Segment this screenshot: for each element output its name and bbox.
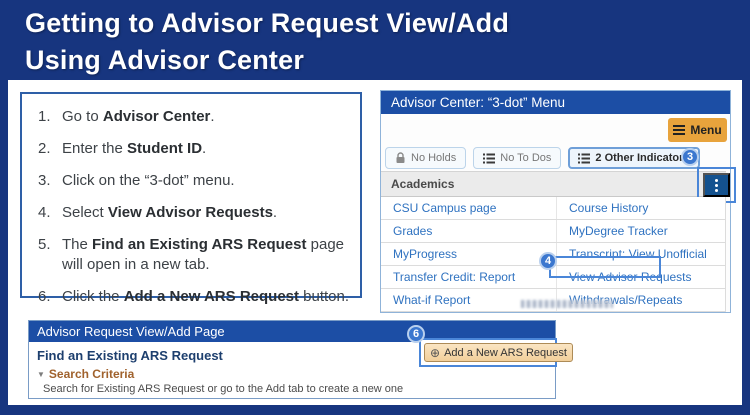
request-page-panel: Advisor Request View/Add Page Find an Ex… [28, 320, 556, 399]
instructions-panel: 1. Go to Advisor Center. 2. Enter the St… [20, 92, 362, 298]
triangle-down-icon: ▼ [37, 370, 45, 379]
callout-badge-3: 3 [681, 148, 699, 166]
list-icon [483, 153, 495, 164]
menu-button[interactable]: Menu [668, 118, 727, 142]
instruction-step: 1. Go to Advisor Center. [38, 107, 352, 127]
find-existing-ars-title: Find an Existing ARS Request [37, 348, 223, 363]
slide-title-line2: Using Advisor Center [25, 42, 509, 79]
menu-link[interactable]: Grades [393, 224, 432, 238]
academics-section-label: Academics [391, 177, 454, 191]
step-text: Enter the Student ID. [62, 139, 206, 159]
instruction-list: 1. Go to Advisor Center. 2. Enter the St… [22, 94, 360, 307]
content-area: 1. Go to Advisor Center. 2. Enter the St… [8, 80, 742, 405]
redacted-id-blur [521, 300, 613, 308]
menu-link[interactable]: What-if Report [393, 293, 470, 307]
menu-row: CSU Campus page Course History [381, 197, 725, 220]
step-text: Click the Add a New ARS Request button. [62, 287, 349, 307]
menu-link[interactable]: MyProgress [393, 247, 457, 261]
step-number: 3. [38, 171, 62, 191]
menu-link[interactable]: Course History [569, 201, 648, 215]
advisor-center-body: Menu No Holds No To Dos 2 Other Indicato… [381, 114, 730, 312]
search-hint-text: Search for Existing ARS Request or go to… [43, 383, 403, 395]
step-text: Go to Advisor Center. [62, 107, 215, 127]
advisor-center-panel-title: Advisor Center: “3-dot” Menu [381, 91, 730, 114]
menu-link[interactable]: CSU Campus page [393, 201, 496, 215]
step-number: 6. [38, 287, 62, 307]
advisor-center-panel: Advisor Center: “3-dot” Menu Menu No Hol… [380, 90, 731, 313]
three-dot-menu-button[interactable] [703, 173, 730, 197]
step-number: 1. [38, 107, 62, 127]
slide: Getting to Advisor Request View/Add Usin… [0, 0, 750, 415]
menu-link[interactable]: MyDegree Tracker [569, 224, 668, 238]
instruction-step: 2. Enter the Student ID. [38, 139, 352, 159]
academics-section-header: Academics [381, 171, 726, 197]
callout-badge-6: 6 [407, 325, 425, 343]
indicator-button-row: No Holds No To Dos 2 Other Indicators [385, 147, 700, 169]
callout-badge-4: 4 [539, 252, 557, 270]
hamburger-icon [673, 125, 685, 135]
indicator-button[interactable]: No Holds [385, 147, 466, 169]
slide-title-line1: Getting to Advisor Request View/Add [25, 5, 509, 42]
instruction-step: 4. Select View Advisor Requests. [38, 203, 352, 223]
search-criteria-label: Search Criteria [49, 367, 134, 381]
lock-icon [395, 152, 406, 164]
kebab-icon [715, 179, 718, 182]
slide-title: Getting to Advisor Request View/Add Usin… [25, 5, 509, 79]
indicator-button[interactable]: 2 Other Indicators [568, 147, 699, 169]
step-number: 4. [38, 203, 62, 223]
step-text: Click on the “3-dot” menu. [62, 171, 235, 191]
instruction-step: 5. The Find an Existing ARS Request page… [38, 235, 352, 275]
menu-button-label: Menu [690, 123, 721, 137]
menu-row: Grades MyDegree Tracker [381, 220, 725, 243]
step-number: 2. [38, 139, 62, 159]
instruction-step: 6. Click the Add a New ARS Request butto… [38, 287, 352, 307]
view-advisor-requests-callout-box [549, 256, 661, 278]
step-number: 5. [38, 235, 62, 275]
plus-circle-icon: ⊕ [430, 347, 440, 359]
step-text: The Find an Existing ARS Request page wi… [62, 235, 352, 275]
search-criteria-toggle[interactable]: ▼ Search Criteria [37, 367, 134, 381]
add-new-ars-request-button[interactable]: ⊕ Add a New ARS Request [424, 343, 573, 362]
instruction-step: 3. Click on the “3-dot” menu. [38, 171, 352, 191]
menu-link[interactable]: Transfer Credit: Report [393, 270, 515, 284]
list-icon [578, 153, 590, 164]
add-new-ars-request-label: Add a New ARS Request [444, 347, 567, 359]
indicator-button[interactable]: No To Dos [473, 147, 561, 169]
step-text: Select View Advisor Requests. [62, 203, 277, 223]
add-button-callout-box: ⊕ Add a New ARS Request [419, 338, 557, 367]
